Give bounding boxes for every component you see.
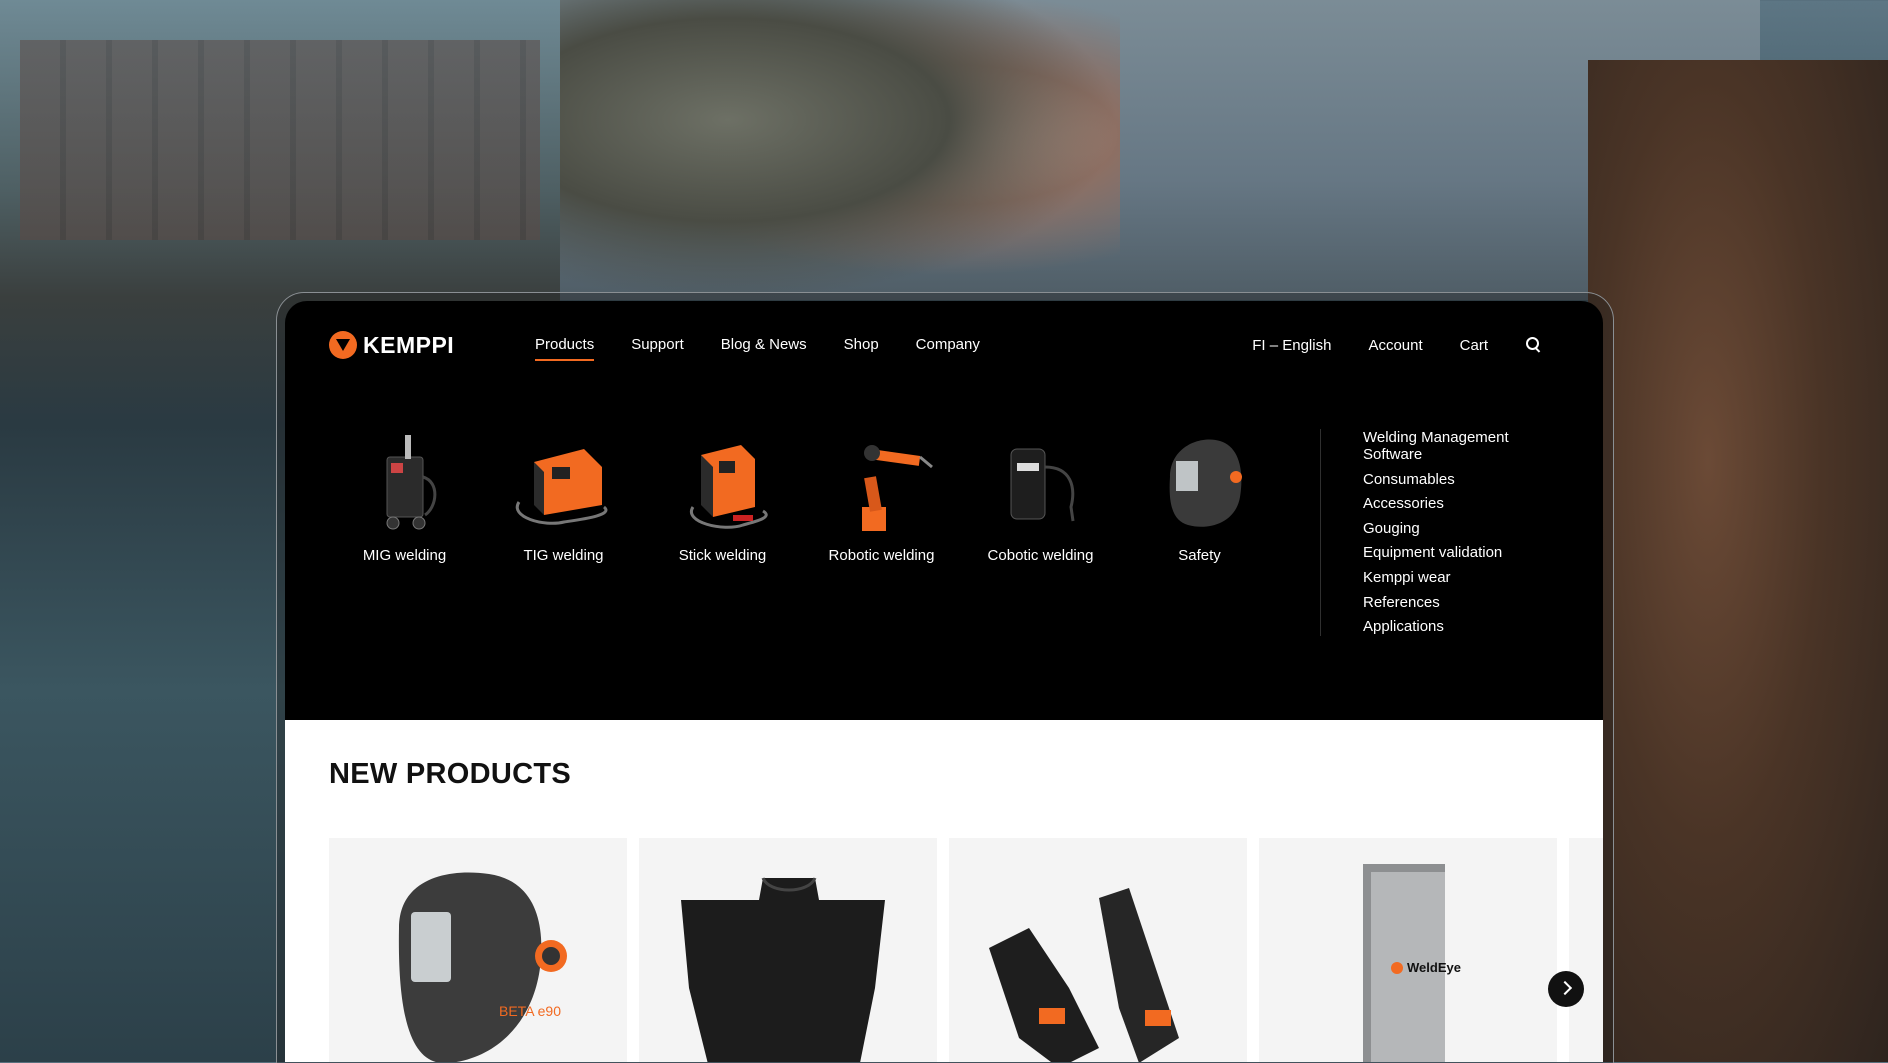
link-equipment-validation[interactable]: Equipment validation [1363, 544, 1533, 561]
helmet-image [1169, 439, 1242, 527]
product-card-partial[interactable] [1569, 838, 1603, 1062]
new-products-section: NEW PRODUCTS BETA e90 WeldEye [285, 720, 1603, 1062]
stick-welder-image [689, 445, 768, 529]
weldeye-text: WeldEye [1407, 960, 1461, 975]
logo-text: KEMPPI [363, 331, 455, 358]
nav-company[interactable]: Company [916, 336, 980, 359]
chevron-right-icon[interactable] [1548, 971, 1584, 1007]
utility-nav: FI – English Account Cart [1215, 336, 1543, 354]
link-references[interactable]: References [1363, 594, 1533, 611]
cobot-image [1010, 448, 1074, 522]
category-label: Stick welding [678, 547, 767, 564]
nav-blog-news[interactable]: Blog & News [721, 336, 807, 359]
product-categories: MIG welding TIG welding Stick welding Ro… [325, 427, 1279, 564]
product-card[interactable] [639, 838, 937, 1062]
language-selector[interactable]: FI – English [1252, 337, 1331, 354]
link-gouging[interactable]: Gouging [1363, 520, 1533, 537]
link-consumables[interactable]: Consumables [1363, 471, 1533, 488]
background-rusty-bollard [1588, 60, 1888, 1062]
link-welding-management-software[interactable]: Welding Management Software [1363, 429, 1533, 463]
link-applications[interactable]: Applications [1363, 618, 1533, 635]
nav-shop[interactable]: Shop [844, 336, 879, 359]
category-tig-welding[interactable]: TIG welding [484, 427, 643, 564]
welding-apron-image [681, 877, 885, 1062]
weldeye-box-image: WeldEye [1363, 864, 1461, 1062]
category-stick-welding[interactable]: Stick welding [643, 427, 802, 564]
link-accessories[interactable]: Accessories [1363, 495, 1533, 512]
kemppi-logo-icon [329, 331, 357, 359]
product-carousel: BETA e90 WeldEye [329, 838, 1603, 1062]
category-safety[interactable]: Safety [1120, 427, 1279, 564]
category-robotic-welding[interactable]: Robotic welding [802, 427, 961, 564]
category-label: MIG welding [362, 547, 447, 564]
background-buildings [20, 40, 540, 240]
hero-welders-photo [560, 0, 1120, 300]
nav-support[interactable]: Support [631, 336, 684, 359]
mig-welder-image [386, 435, 436, 530]
cart-link[interactable]: Cart [1460, 337, 1488, 354]
category-label: Cobotic welding [987, 547, 1094, 564]
product-card[interactable] [949, 838, 1247, 1062]
category-label: TIG welding [523, 547, 604, 564]
category-label: Safety [1178, 547, 1221, 564]
category-mig-welding[interactable]: MIG welding [325, 427, 484, 564]
nav-products[interactable]: Products [535, 336, 595, 361]
tig-welder-image [515, 449, 607, 525]
robot-arm-image [861, 445, 933, 531]
search-icon[interactable] [1525, 336, 1543, 354]
secondary-links: Welding Management Software Consumables … [1363, 429, 1533, 643]
main-nav: Products Support Blog & News Shop Compan… [535, 336, 1017, 361]
mega-menu: KEMPPI Products Support Blog & News Shop… [285, 301, 1603, 720]
account-link[interactable]: Account [1368, 337, 1422, 354]
menu-divider [1320, 429, 1321, 636]
welding-helmet-image: BETA e90 [398, 872, 567, 1062]
new-products-title: NEW PRODUCTS [329, 758, 572, 790]
link-kemppi-wear[interactable]: Kemppi wear [1363, 569, 1533, 586]
product-card[interactable]: BETA e90 [329, 838, 627, 1062]
product-card[interactable]: WeldEye [1259, 838, 1557, 1062]
welding-gloves-image [989, 888, 1179, 1062]
helmet-model-text: BETA e90 [499, 1003, 561, 1019]
kemppi-logo[interactable]: KEMPPI [329, 331, 454, 359]
category-cobotic-welding[interactable]: Cobotic welding [961, 427, 1120, 564]
category-label: Robotic welding [828, 547, 935, 564]
